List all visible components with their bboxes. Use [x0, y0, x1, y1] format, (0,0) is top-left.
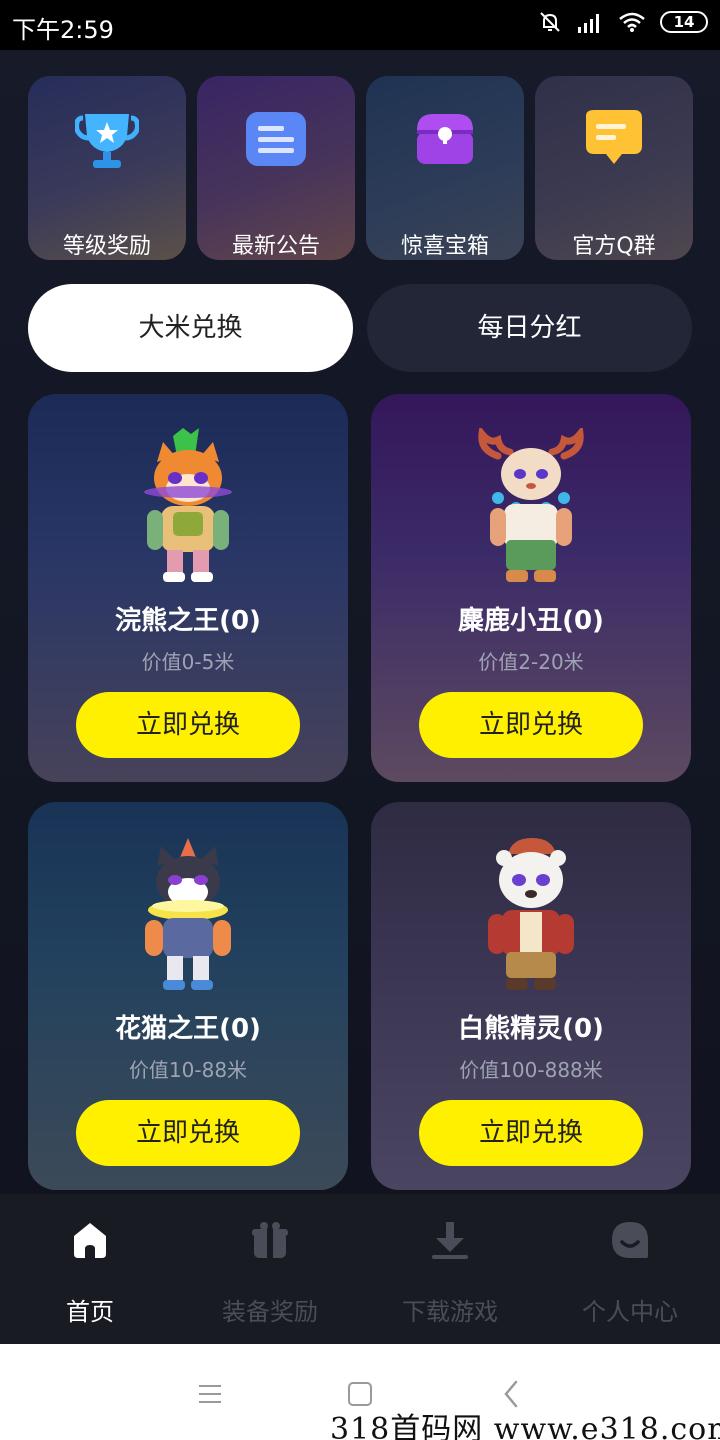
- card-value-range: 价值2-20米: [478, 650, 584, 674]
- nav-label: 个人中心: [582, 1298, 678, 1326]
- quick-link-label: 官方Q群: [572, 234, 656, 259]
- exchange-card-raccoon-king: 浣熊之王(0) 价值0-5米 立即兑换: [28, 394, 348, 782]
- nav-item-personal-center[interactable]: 个人中心: [540, 1194, 720, 1344]
- exchange-card-elk-clown: 麋鹿小丑(0) 价值2-20米 立即兑换: [371, 394, 691, 782]
- card-value-range: 价值0-5米: [141, 650, 235, 674]
- status-time: 下午2:59: [12, 16, 114, 44]
- nav-label: 首页: [66, 1298, 114, 1326]
- menu-icon[interactable]: [190, 1374, 230, 1414]
- calico-cat-king-character: [145, 838, 231, 990]
- trophy-icon: [75, 114, 139, 168]
- card-value-range: 价值100-888米: [459, 1058, 603, 1082]
- quick-link-announcements[interactable]: 最新公告: [197, 76, 355, 260]
- profile-icon: [612, 1222, 648, 1258]
- exchange-card-white-bear-spirit: 白熊精灵(0) 价值100-888米 立即兑换: [371, 802, 691, 1190]
- quick-link-official-qq-group[interactable]: 官方Q群: [535, 76, 693, 260]
- quick-link-label: 等级奖励: [62, 234, 151, 259]
- quick-link-surprise-chest[interactable]: 惊喜宝箱: [366, 76, 524, 260]
- white-bear-spirit-character: [488, 838, 574, 990]
- signal-icon: [578, 14, 599, 33]
- nav-item-home[interactable]: 首页: [0, 1194, 180, 1344]
- raccoon-king-character: [144, 428, 232, 582]
- gift-box-icon: [252, 1222, 288, 1258]
- card-value-range: 价值10-88米: [128, 1058, 248, 1082]
- exchange-button[interactable]: 立即兑换: [419, 692, 643, 758]
- bottom-nav: 首页 装备奖励 下载游戏 个人中心: [0, 1194, 720, 1344]
- quick-link-level-rewards[interactable]: 等级奖励: [28, 76, 186, 260]
- chest-icon: [417, 114, 473, 164]
- card-title: 麋鹿小丑(0): [458, 606, 604, 636]
- exchange-button[interactable]: 立即兑换: [76, 1100, 300, 1166]
- status-icons: 14: [538, 10, 708, 34]
- exchange-card-calico-cat-king: 花猫之王(0) 价值10-88米 立即兑换: [28, 802, 348, 1190]
- watermark: 318首码网 www.e318.com: [330, 1412, 720, 1440]
- quick-link-label: 最新公告: [231, 234, 320, 259]
- status-bar: 下午2:59 14: [0, 0, 720, 50]
- quick-link-label: 惊喜宝箱: [400, 234, 489, 259]
- exchange-button[interactable]: 立即兑换: [76, 692, 300, 758]
- elk-clown-character: [478, 428, 584, 582]
- wifi-icon: [619, 12, 645, 32]
- download-icon: [432, 1222, 468, 1259]
- card-title: 花猫之王(0): [115, 1014, 261, 1044]
- home-icon: [74, 1223, 106, 1258]
- nav-label: 下载游戏: [402, 1298, 498, 1326]
- battery-indicator: 14: [660, 11, 708, 33]
- chat-icon: [586, 110, 642, 164]
- system-nav-bar: 318首码网 www.e318.com: [0, 1344, 720, 1440]
- app-screen: 等级奖励 最新公告 惊喜宝箱 官方Q群 大米兑换 每日分红 浣熊之王(0) 价值…: [0, 50, 720, 1344]
- exchange-button[interactable]: 立即兑换: [419, 1100, 643, 1166]
- mute-bell-icon: [540, 12, 560, 32]
- notice-icon: [246, 112, 306, 166]
- card-title: 白熊精灵(0): [458, 1014, 604, 1044]
- nav-label: 装备奖励: [222, 1298, 318, 1326]
- card-title: 浣熊之王(0): [115, 606, 261, 636]
- nav-item-download-game[interactable]: 下载游戏: [360, 1194, 540, 1344]
- tab-rice-exchange[interactable]: 大米兑换: [28, 284, 353, 372]
- nav-item-equipment-rewards[interactable]: 装备奖励: [180, 1194, 360, 1344]
- tab-daily-dividend[interactable]: 每日分红: [367, 284, 692, 372]
